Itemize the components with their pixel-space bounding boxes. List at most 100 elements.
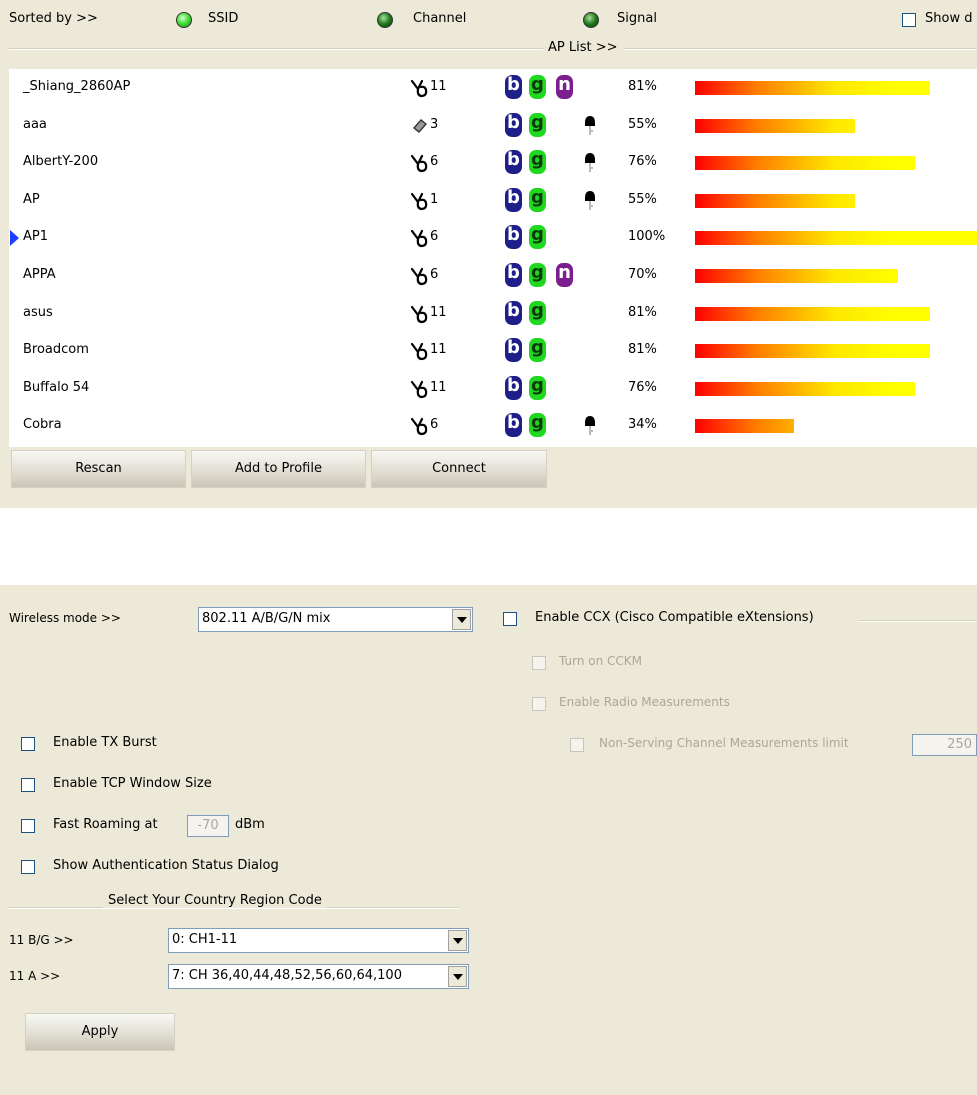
ap-channel: 11: [430, 305, 447, 320]
wireless-mode-select[interactable]: 802.11 A/B/G/N mix: [198, 607, 473, 632]
sort-channel-label: Channel: [413, 11, 467, 26]
chevron-down-icon[interactable]: [452, 609, 471, 630]
bg-region-select[interactable]: 0: CH1-11: [168, 928, 469, 953]
enable-tcp-window-checkbox[interactable]: [21, 778, 35, 792]
ap-list-row[interactable]: asus 11 b g 81%: [9, 295, 977, 332]
mode-b-icon: b: [505, 150, 522, 174]
bg-region-value: 0: CH1-11: [172, 932, 238, 947]
ap-signal-percent: 76%: [628, 380, 657, 395]
a-region-value: 7: CH 36,40,44,48,52,56,60,64,100: [172, 968, 402, 983]
ap-ssid: aaa: [23, 117, 47, 132]
rescan-button[interactable]: Rescan: [11, 450, 186, 488]
sort-signal-radio[interactable]: [583, 12, 599, 28]
chevron-down-icon[interactable]: [448, 930, 467, 951]
fast-roaming-checkbox[interactable]: [21, 819, 35, 833]
ap-list-row[interactable]: _Shiang_2860AP 11 b g n 81%: [9, 69, 977, 106]
key-icon: [583, 190, 597, 212]
enable-radio-measurements-label: Enable Radio Measurements: [559, 695, 730, 709]
mode-b-icon: b: [505, 75, 522, 99]
mode-g-icon: g: [529, 150, 546, 174]
ap-list-divider: [9, 48, 977, 50]
key-icon: [583, 415, 597, 437]
mode-b-icon: b: [505, 413, 522, 437]
ap-channel: 11: [430, 342, 447, 357]
ap-list-row[interactable]: AP1 6 b g 100%: [9, 219, 977, 256]
enable-tcp-window-label: Enable TCP Window Size: [53, 776, 212, 791]
ap-signal-percent: 76%: [628, 154, 657, 169]
signal-strength-bar: [695, 269, 898, 283]
channel-antenna-icon: [409, 228, 429, 248]
ap-list-row[interactable]: AP 1 b g 55%: [9, 182, 977, 219]
ap-signal-percent: 34%: [628, 417, 657, 432]
signal-strength-bar: [695, 307, 930, 321]
signal-strength-bar: [695, 382, 915, 396]
ap-list-row[interactable]: Buffalo 54 11 b g 76%: [9, 370, 977, 407]
mode-g-icon: g: [529, 338, 546, 362]
channel-antenna-icon: [409, 266, 429, 286]
wireless-mode-value: 802.11 A/B/G/N mix: [202, 611, 331, 626]
mode-g-icon: g: [529, 113, 546, 137]
fast-roaming-input[interactable]: -70: [187, 815, 229, 837]
sort-channel-radio[interactable]: [377, 12, 393, 28]
ap-signal-percent: 100%: [628, 229, 666, 244]
ap-ssid: _Shiang_2860AP: [23, 79, 131, 94]
sort-signal-label: Signal: [617, 11, 657, 26]
enable-ccx-label: Enable CCX (Cisco Compatible eXtensions): [535, 610, 814, 625]
ap-list-row[interactable]: aaa 3 b g 55%: [9, 107, 977, 144]
turn-on-cckm-label: Turn on CCKM: [559, 654, 642, 668]
sorted-by-label: Sorted by >>: [9, 11, 98, 26]
ap-ssid: AlbertY-200: [23, 154, 99, 169]
site-survey-panel: Sorted by >> SSID Channel Signal Show d …: [0, 0, 977, 508]
turn-on-cckm-checkbox[interactable]: [532, 656, 546, 670]
signal-strength-bar: [695, 231, 977, 245]
show-auth-dialog-checkbox[interactable]: [21, 860, 35, 874]
show-checkbox[interactable]: [902, 13, 916, 27]
wireless-mode-label: Wireless mode >>: [9, 611, 121, 625]
ap-signal-percent: 70%: [628, 267, 657, 282]
enable-radio-measurements-checkbox[interactable]: [532, 697, 546, 711]
add-to-profile-button[interactable]: Add to Profile: [191, 450, 366, 488]
show-label: Show d: [925, 11, 973, 26]
ap-list-row[interactable]: AlbertY-200 6 b g 76%: [9, 144, 977, 181]
ap-channel: 11: [430, 380, 447, 395]
ap-list-row[interactable]: Broadcom 11 b g 81%: [9, 332, 977, 369]
country-region-title: Select Your Country Region Code: [103, 893, 327, 908]
chevron-down-icon[interactable]: [448, 966, 467, 987]
ap-list[interactable]: _Shiang_2860AP 11 b g n 81% aaa 3 b g 55% AlbertY-2…: [9, 69, 977, 447]
enable-ccx-checkbox[interactable]: [503, 612, 517, 626]
mode-g-icon: g: [529, 75, 546, 99]
apply-button[interactable]: Apply: [25, 1013, 175, 1051]
enable-tx-burst-checkbox[interactable]: [21, 737, 35, 751]
a-region-select[interactable]: 7: CH 36,40,44,48,52,56,60,64,100: [168, 964, 469, 989]
mode-g-icon: g: [529, 376, 546, 400]
channel-antenna-icon: [409, 379, 429, 399]
ap-channel: 6: [430, 417, 439, 432]
advanced-panel: Wireless mode >> 802.11 A/B/G/N mix Enab…: [0, 585, 977, 1095]
fast-roaming-label: Fast Roaming at: [53, 817, 158, 832]
ap-list-row[interactable]: APPA 6 b g n 70%: [9, 257, 977, 294]
mode-g-icon: g: [529, 188, 546, 212]
non-serving-limit-input[interactable]: 250: [912, 734, 977, 756]
ap-list-row[interactable]: Cobra 6 b g 34%: [9, 407, 977, 444]
mode-g-icon: g: [529, 301, 546, 325]
connect-button[interactable]: Connect: [371, 450, 547, 488]
mode-n-icon: n: [556, 263, 573, 287]
ap-signal-percent: 55%: [628, 192, 657, 207]
signal-strength-bar: [695, 156, 915, 170]
sort-ssid-radio[interactable]: [176, 12, 192, 28]
show-auth-dialog-label: Show Authentication Status Dialog: [53, 858, 279, 873]
mode-g-icon: g: [529, 263, 546, 287]
ccx-divider: [860, 620, 977, 622]
non-serving-limit-checkbox[interactable]: [570, 738, 584, 752]
key-icon: [583, 115, 597, 137]
ap-channel: 6: [430, 267, 439, 282]
ap-channel: 3: [430, 117, 439, 132]
mode-b-icon: b: [505, 376, 522, 400]
ap-ssid: asus: [23, 305, 53, 320]
channel-card-icon: [409, 116, 429, 136]
mode-g-icon: g: [529, 225, 546, 249]
sort-ssid-label: SSID: [208, 11, 239, 26]
non-serving-limit-label: Non-Serving Channel Measurements limit: [599, 736, 849, 750]
ap-signal-percent: 81%: [628, 305, 657, 320]
ap-list-title: AP List >>: [543, 40, 623, 55]
